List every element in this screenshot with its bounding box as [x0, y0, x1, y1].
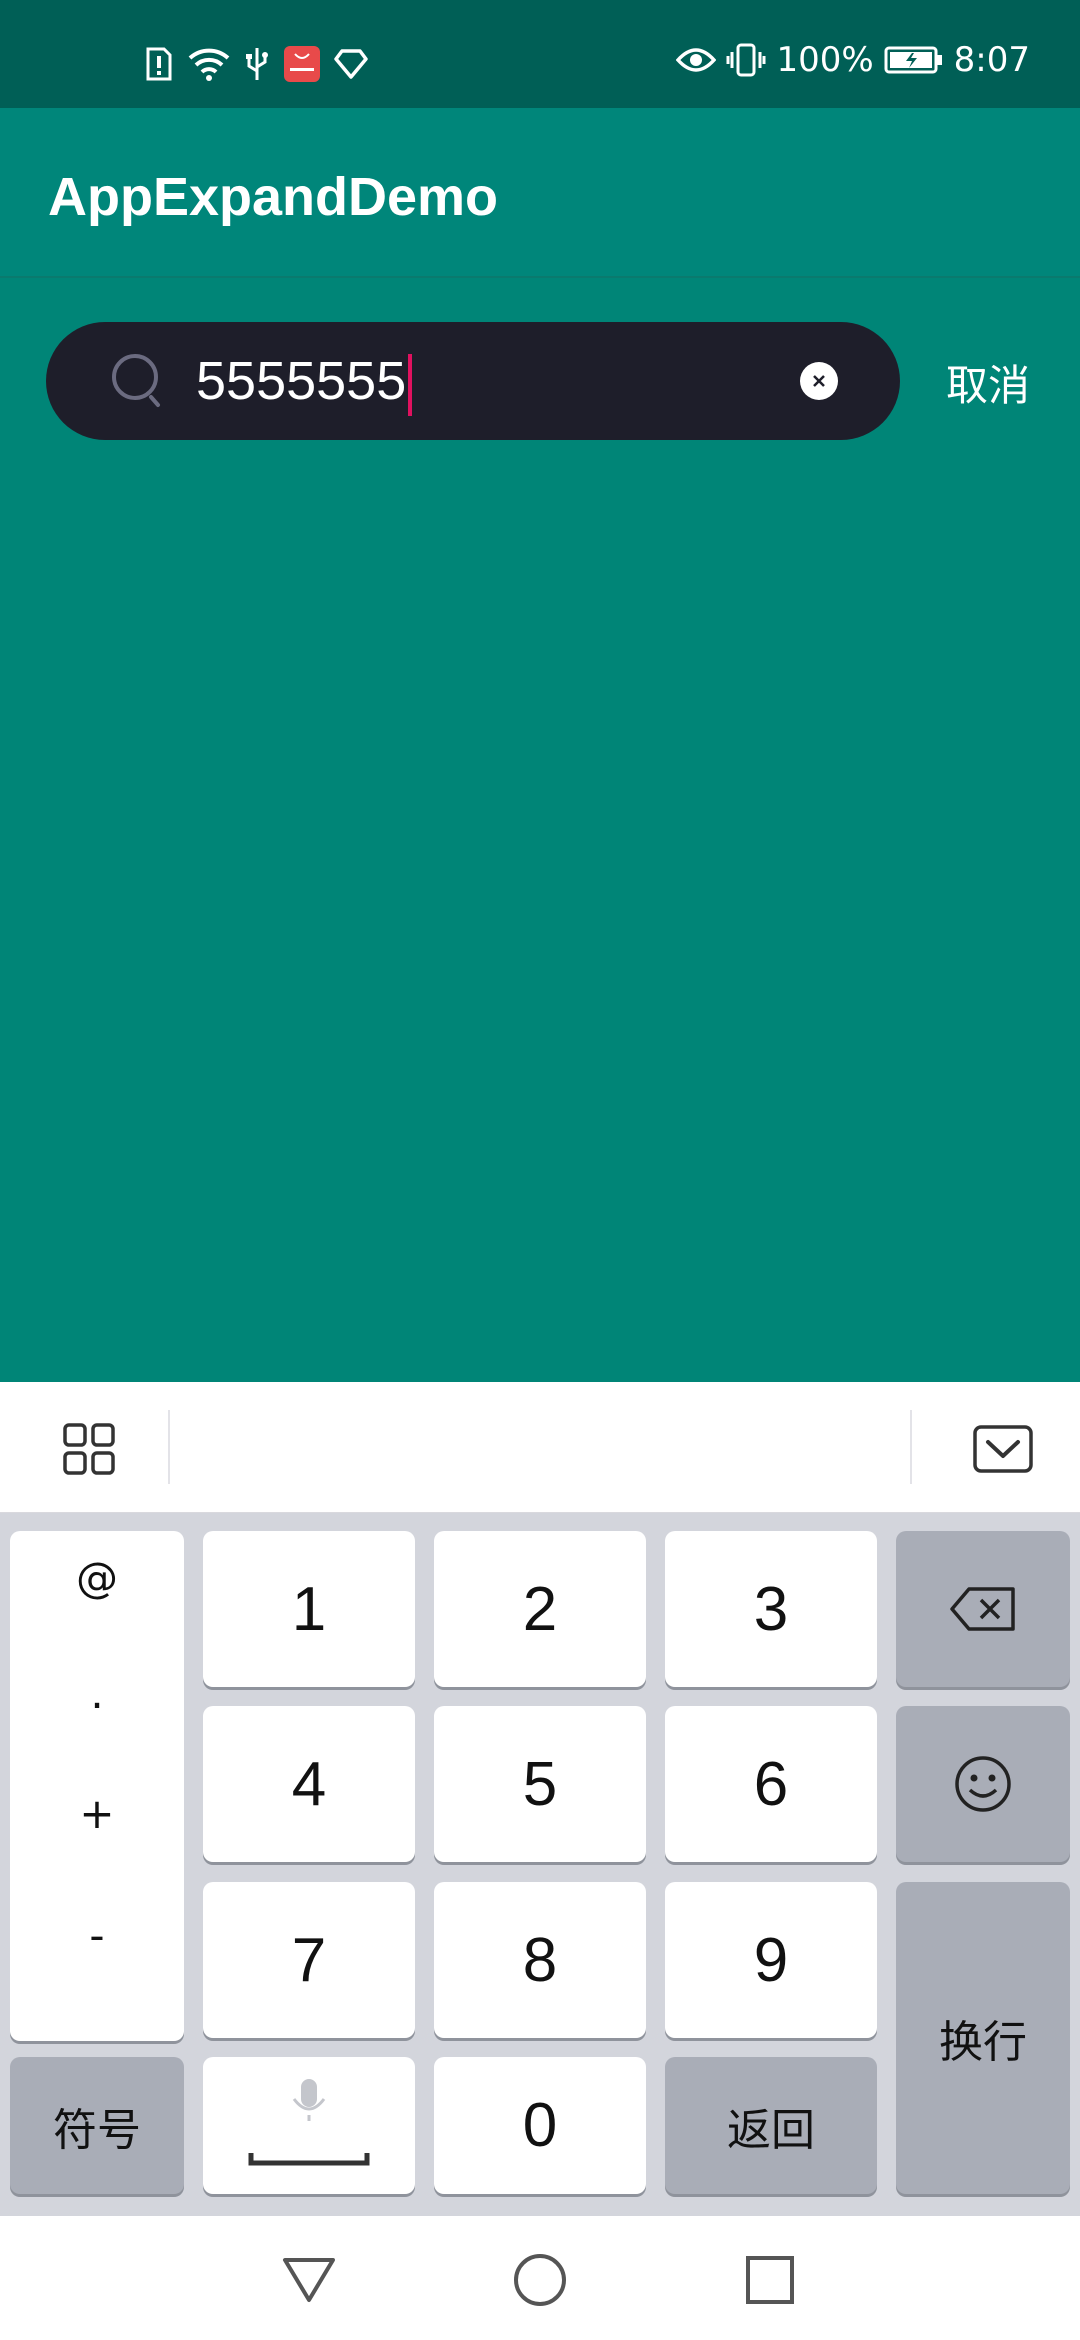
- enter-key[interactable]: 换行: [896, 1882, 1070, 2194]
- backspace-icon: [950, 1587, 1015, 1631]
- key-4[interactable]: 4: [203, 1706, 415, 1862]
- navigation-bar: [0, 2216, 1080, 2340]
- cancel-button[interactable]: 取消: [946, 352, 1030, 413]
- clear-search-button[interactable]: [800, 362, 838, 400]
- search-input-text[interactable]: 5555555: [196, 346, 413, 416]
- vibrate-icon: [726, 43, 766, 77]
- space-voice-key[interactable]: [203, 2057, 415, 2194]
- grid-menu-icon[interactable]: [62, 1422, 116, 1476]
- battery-icon: [884, 46, 942, 74]
- battery-percent: 100%: [776, 40, 874, 80]
- key-1[interactable]: 1: [203, 1531, 415, 1687]
- symbol-key[interactable]: 符号: [10, 2057, 184, 2194]
- back-triangle-icon[interactable]: [282, 2256, 336, 2304]
- key-5[interactable]: 5: [434, 1706, 646, 1862]
- backspace-key[interactable]: [896, 1531, 1070, 1687]
- diamond-icon: [334, 49, 368, 79]
- return-key[interactable]: 返回: [665, 2057, 877, 2194]
- content-area: [0, 278, 1080, 1382]
- key-3[interactable]: 3: [665, 1531, 877, 1687]
- status-icons-right: 100% 8:07: [676, 40, 1030, 80]
- smiley-icon: [955, 1756, 1011, 1812]
- microphone-space-icon: [248, 2078, 370, 2165]
- key-7[interactable]: 7: [203, 1882, 415, 2038]
- close-icon: [813, 375, 825, 387]
- status-icons-left: [144, 46, 368, 82]
- huawei-app-icon: [284, 46, 320, 82]
- key-0[interactable]: 0: [434, 2057, 646, 2194]
- key-dot[interactable]: .: [10, 1669, 184, 1718]
- eye-icon: [676, 48, 717, 72]
- sim-alert-icon: [146, 47, 172, 81]
- search-input[interactable]: 5555555: [46, 322, 900, 440]
- keyboard-hide-icon[interactable]: [972, 1424, 1034, 1474]
- app-bar: AppExpandDemo: [0, 108, 1080, 278]
- symbol-column: @ . + -: [10, 1531, 184, 2041]
- search-value: 5555555: [196, 351, 407, 411]
- key-2[interactable]: 2: [434, 1531, 646, 1687]
- keyboard-toolbar: [0, 1382, 1080, 1513]
- emoji-key[interactable]: [896, 1706, 1070, 1862]
- status-bar: 100% 8:07: [0, 0, 1080, 108]
- home-circle-icon[interactable]: [512, 2252, 568, 2308]
- key-minus[interactable]: -: [10, 1911, 184, 1960]
- key-plus[interactable]: +: [10, 1789, 184, 1838]
- search-icon: [112, 354, 160, 407]
- key-6[interactable]: 6: [665, 1706, 877, 1862]
- text-caret: [408, 353, 413, 416]
- usb-icon: [246, 48, 268, 80]
- toolbar-divider: [910, 1410, 912, 1484]
- numeric-keyboard: @ . + - 1 2 3 4 5 6 7 8 9 换行 符号 0 返回: [0, 1513, 1080, 2216]
- wifi-icon: [188, 48, 230, 81]
- recents-square-icon[interactable]: [744, 2254, 796, 2306]
- toolbar-divider: [168, 1410, 170, 1484]
- page-title: AppExpandDemo: [48, 167, 499, 227]
- key-8[interactable]: 8: [434, 1882, 646, 2038]
- key-at[interactable]: @: [10, 1553, 184, 1602]
- status-time: 8:07: [953, 40, 1030, 80]
- key-9[interactable]: 9: [665, 1882, 877, 2038]
